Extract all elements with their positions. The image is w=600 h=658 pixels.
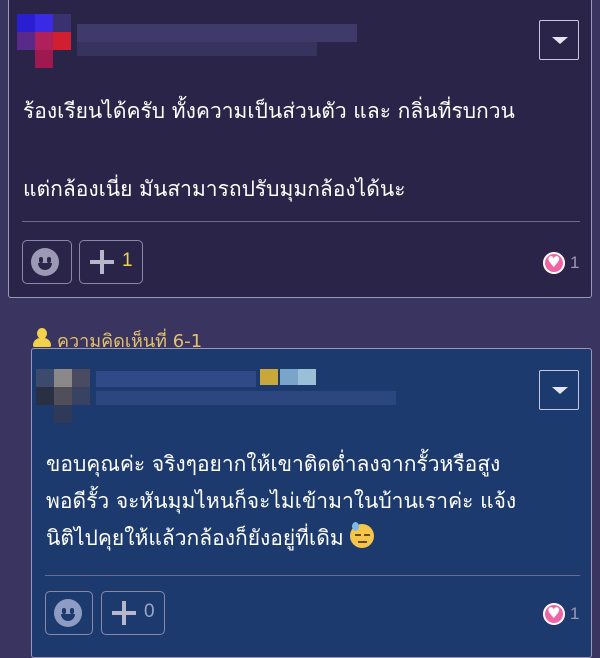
reply-author-avatar-blurred (36, 369, 396, 423)
comment-text-line2: แต่กล้องเนี่ย มันสามารถปรับมุมกล้องได้นะ (23, 177, 406, 201)
smile-icon (54, 599, 82, 627)
reply-plus-count: 0 (144, 601, 155, 622)
user-icon (32, 328, 52, 348)
reply-menu-button[interactable] (539, 370, 579, 410)
plus-icon (112, 601, 136, 625)
comment-card: ร้องเรียนได้ครับ ทั้งความเป็นส่วนตัว และ… (8, 0, 592, 298)
reply-like-counter[interactable]: 1 (543, 601, 583, 627)
like-count: 1 (570, 253, 580, 272)
reply-text-line2: พอดีรั้ว จะหันมุมไหนก็จะไม่เข้ามาในบ้านเ… (46, 489, 517, 513)
plus-one-button[interactable]: 1 (79, 240, 143, 284)
like-counter[interactable]: 1 (543, 250, 583, 276)
reply-like-count: 1 (570, 604, 580, 623)
plus-icon (90, 250, 114, 274)
comment-text-line1: ร้องเรียนได้ครับ ทั้งความเป็นส่วนตัว และ… (23, 99, 515, 123)
dropdown-icon (552, 37, 568, 44)
smile-icon (31, 248, 59, 276)
dropdown-icon (552, 387, 568, 394)
reply-text-line3: นิติไปคุยให้แล้วกล้องก็ยังอยู่ที่เดิม (46, 526, 344, 550)
heart-icon (543, 252, 565, 274)
reply-text-line3-wrap: นิติไปคุยให้แล้วกล้องก็ยังอยู่ที่เดิม (46, 519, 374, 558)
reply-card: ขอบคุณค่ะ จริงๆอยากให้เขาติดต่ำลงจากรั้ว… (31, 348, 592, 658)
comment-divider (22, 221, 580, 222)
reply-emoji-react-button[interactable] (45, 591, 93, 635)
comment-menu-button[interactable] (539, 20, 579, 60)
reply-text-line1: ขอบคุณค่ะ จริงๆอยากให้เขาติดต่ำลงจากรั้ว… (46, 452, 501, 476)
plus-count: 1 (122, 250, 133, 271)
heart-icon (543, 603, 565, 625)
author-avatar-blurred (17, 14, 357, 68)
reply-plus-one-button[interactable]: 0 (101, 591, 165, 635)
sweat-emoji-icon (349, 522, 374, 548)
reply-divider (45, 575, 580, 576)
emoji-react-button[interactable] (22, 240, 72, 284)
